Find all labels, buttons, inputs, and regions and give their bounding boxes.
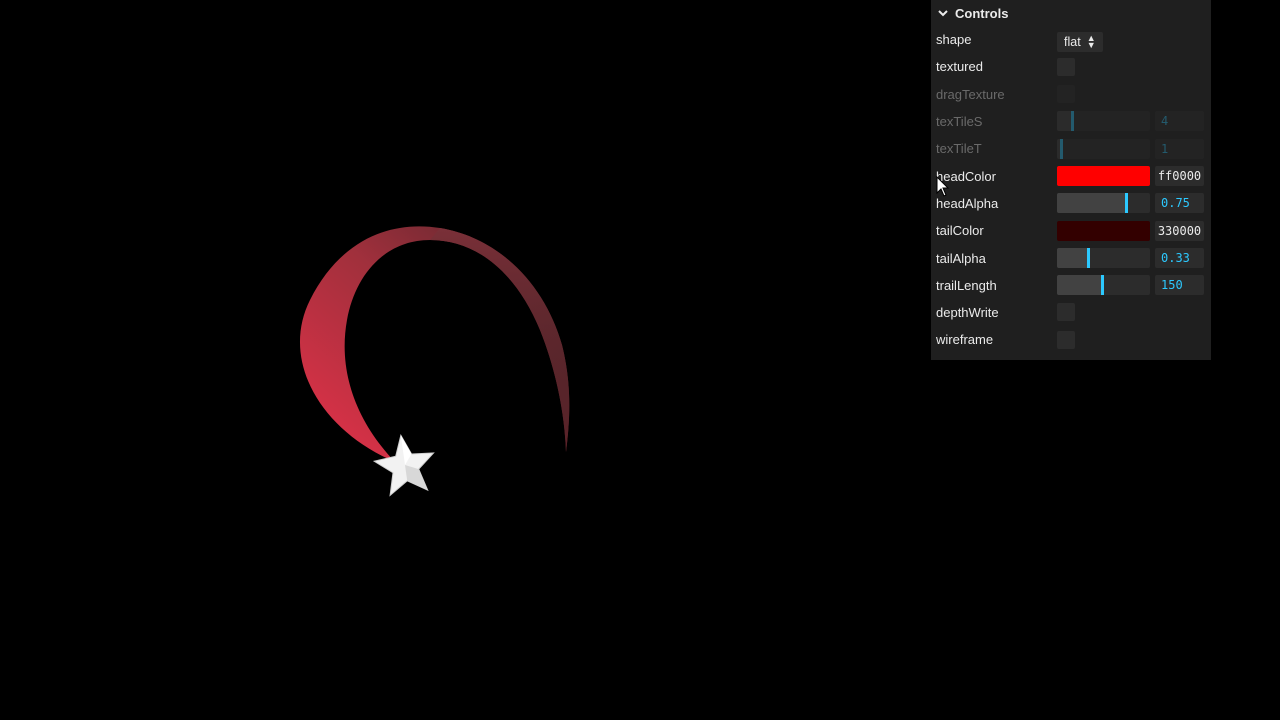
select-arrows-icon: ▲ ▼ bbox=[1086, 33, 1096, 50]
tailAlpha-number-input[interactable]: 0.33 bbox=[1155, 247, 1204, 268]
control-depthWrite: depthWrite bbox=[931, 299, 1211, 326]
trail-ribbon-tail bbox=[430, 228, 570, 452]
wireframe-checkbox[interactable] bbox=[1057, 330, 1075, 349]
tailColor-label: tailColor bbox=[936, 223, 984, 239]
control-texTileS: texTileS 4 bbox=[931, 108, 1211, 135]
texTileT-slider[interactable] bbox=[1057, 138, 1150, 159]
control-wireframe: wireframe bbox=[931, 326, 1211, 353]
trailLength-slider[interactable] bbox=[1057, 275, 1150, 296]
tailAlpha-label: tailAlpha bbox=[936, 250, 986, 266]
shape-label: shape bbox=[936, 32, 972, 48]
star-icon bbox=[372, 433, 435, 497]
wireframe-label: wireframe bbox=[936, 332, 994, 348]
control-tailAlpha: tailAlpha 0.33 bbox=[931, 244, 1211, 271]
depthWrite-checkbox[interactable] bbox=[1057, 303, 1075, 322]
texTileT-label: texTileT bbox=[936, 141, 982, 157]
headAlpha-number-input[interactable]: 0.75 bbox=[1155, 193, 1204, 214]
shape-select[interactable]: flat ▲ ▼ bbox=[1057, 32, 1103, 52]
texTileT-number-input[interactable]: 1 bbox=[1155, 138, 1204, 159]
control-trailLength: trailLength 150 bbox=[931, 272, 1211, 299]
control-textured: textured bbox=[931, 53, 1211, 80]
tailColor-hex-input[interactable]: 330000 bbox=[1155, 220, 1204, 241]
texTileS-slider[interactable] bbox=[1057, 111, 1150, 132]
control-headColor: headColor ff0000 bbox=[931, 162, 1211, 189]
controls-title: Controls bbox=[955, 5, 1009, 21]
controls-title-bar[interactable]: Controls bbox=[931, 0, 1211, 26]
dragTexture-label: dragTexture bbox=[936, 86, 1005, 102]
depthWrite-label: depthWrite bbox=[936, 305, 999, 321]
headAlpha-label: headAlpha bbox=[936, 195, 999, 211]
textured-checkbox[interactable] bbox=[1057, 57, 1075, 76]
trail-ribbon bbox=[299, 226, 570, 462]
dragTexture-checkbox[interactable] bbox=[1057, 85, 1075, 104]
headAlpha-slider[interactable] bbox=[1057, 193, 1150, 214]
headColor-swatch[interactable] bbox=[1057, 165, 1150, 186]
control-headAlpha: headAlpha 0.75 bbox=[931, 190, 1211, 217]
tailColor-swatch[interactable] bbox=[1057, 220, 1150, 241]
headColor-hex-input[interactable]: ff0000 bbox=[1155, 165, 1204, 186]
control-texTileT: texTileT 1 bbox=[931, 135, 1211, 162]
textured-label: textured bbox=[936, 59, 983, 75]
control-tailColor: tailColor 330000 bbox=[931, 217, 1211, 244]
shape-value: flat bbox=[1064, 35, 1081, 49]
trailLength-number-input[interactable]: 150 bbox=[1155, 275, 1204, 296]
control-shape: shape flat ▲ ▼ bbox=[931, 26, 1211, 53]
tailAlpha-slider[interactable] bbox=[1057, 247, 1150, 268]
texTileS-label: texTileS bbox=[936, 114, 983, 130]
trailLength-label: trailLength bbox=[936, 277, 997, 293]
chevron-down-icon bbox=[936, 6, 950, 20]
texTileS-number-input[interactable]: 4 bbox=[1155, 111, 1204, 132]
headColor-label: headColor bbox=[936, 168, 996, 184]
control-dragTexture: dragTexture bbox=[931, 81, 1211, 108]
controls-panel: Controls shape flat ▲ ▼ textured dragText… bbox=[931, 0, 1211, 360]
